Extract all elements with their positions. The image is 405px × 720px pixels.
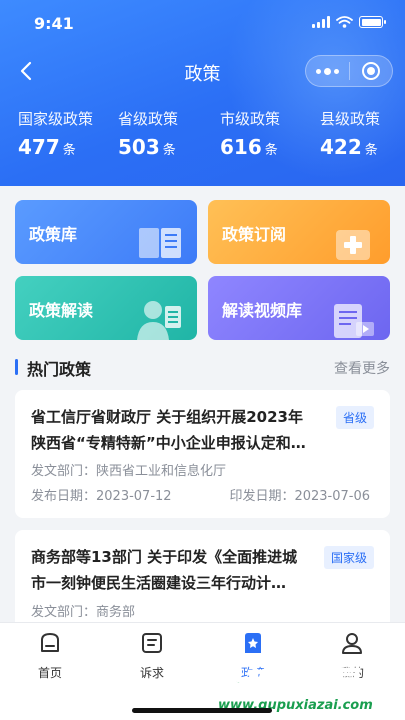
status-icons: [312, 16, 386, 28]
policy-card[interactable]: 省工信厅省财政厅 关于组织开展2023年 陕西省“专精特新”中小企业申报认定和……: [15, 390, 390, 518]
stat-provincial[interactable]: 省级政策 503 条: [118, 108, 178, 159]
stat-municipal[interactable]: 市级政策 616 条: [220, 108, 280, 159]
nav-bar: 政策: [0, 48, 405, 94]
stat-county[interactable]: 县级政策 422 条: [320, 108, 380, 159]
policy-title-line: 省工信厅省财政厅 关于组织开展2023年: [31, 408, 303, 426]
stat-count: 422: [320, 135, 362, 159]
tab-label: 诉求: [139, 666, 164, 680]
stat-count: 503: [118, 135, 160, 159]
tab-label: 首页: [37, 666, 62, 680]
profile-icon: [342, 633, 362, 654]
tile-label: 解读视频库: [222, 301, 303, 320]
stat-national[interactable]: 国家级政策 477 条: [18, 108, 93, 159]
tile-label: 政策库: [29, 225, 78, 244]
level-badge: 国家级: [323, 546, 374, 569]
wifi-icon: [336, 16, 353, 28]
publish-date: 发布日期：2023-07-12: [31, 489, 172, 504]
tile-video-library[interactable]: 解读视频库: [208, 276, 390, 340]
level-badge: 省级: [335, 406, 374, 429]
stat-label: 省级政策: [118, 110, 179, 128]
policy-title-line: 陕西省“专精特新”中小企业申报认定和…: [31, 434, 306, 452]
more-menu-button[interactable]: [306, 56, 349, 86]
policy-stats: 国家级政策 477 条 省级政策 503 条 市级政策 616 条 县级政策 422 条: [0, 108, 405, 164]
stat-unit: 条: [162, 143, 176, 158]
policy-department: 发文部门：商务部: [31, 605, 136, 620]
print-date: 印发日期：2023-07-06: [229, 489, 370, 504]
video-doc-icon: [334, 304, 374, 338]
stat-unit: 条: [264, 143, 278, 158]
status-bar: 9:41: [0, 0, 405, 48]
tile-label: 政策订阅: [222, 225, 287, 244]
tile-policy-library[interactable]: 政策库: [15, 200, 197, 264]
view-more-link[interactable]: 查看更多: [334, 358, 390, 378]
stat-count: 477: [18, 135, 60, 159]
stat-label: 县级政策: [320, 110, 381, 128]
status-time: 9:41: [34, 14, 74, 33]
request-icon: [142, 633, 162, 653]
tab-home[interactable]: 首页: [20, 631, 80, 681]
policy-department: 发文部门：陕西省工业和信息化厅: [31, 464, 227, 479]
target-icon: [361, 62, 380, 80]
signal-icon: [312, 16, 330, 28]
stat-label: 国家级政策: [18, 110, 94, 128]
close-miniapp-button[interactable]: [349, 56, 392, 86]
policy-title: 省工信厅省财政厅 关于组织开展2023年 陕西省“专精特新”中小企业申报认定和…: [31, 404, 321, 456]
stat-unit: 条: [62, 143, 76, 158]
header-banner: 9:41 政策 国家级政策 477 条 省级政策 503 条 市级政策 616 …: [0, 0, 405, 186]
policy-title-line: 市一刻钟便民生活圈建设三年行动计…: [31, 574, 287, 592]
battery-icon: [359, 16, 386, 28]
more-dots-icon: [315, 67, 339, 75]
plus-icon: [336, 230, 370, 260]
person-icon: [137, 301, 181, 340]
book-icon: [139, 228, 181, 258]
policy-title: 商务部等13部门 关于印发《全面推进城 市一刻钟便民生活圈建设三年行动计…: [31, 544, 321, 596]
policy-title-line: 商务部等13部门 关于印发《全面推进城: [31, 548, 298, 566]
miniapp-capsule: [305, 55, 393, 87]
stat-unit: 条: [364, 143, 378, 158]
tab-request[interactable]: 诉求: [122, 631, 182, 681]
section-accent-bar: [15, 359, 18, 375]
stat-label: 市级政策: [220, 110, 281, 128]
section-title: 热门政策: [27, 360, 92, 379]
tile-policy-subscribe[interactable]: 政策订阅: [208, 200, 390, 264]
watermark-logo-text: 谷普软件园: [211, 664, 358, 699]
policy-icon: [245, 633, 261, 653]
home-indicator: [132, 708, 272, 713]
hot-policies-header: 热门政策 查看更多: [0, 352, 405, 382]
stat-count: 616: [220, 135, 262, 159]
tile-label: 政策解读: [29, 301, 94, 320]
home-icon: [41, 633, 59, 652]
tile-policy-interpretation[interactable]: 政策解读: [15, 276, 197, 340]
